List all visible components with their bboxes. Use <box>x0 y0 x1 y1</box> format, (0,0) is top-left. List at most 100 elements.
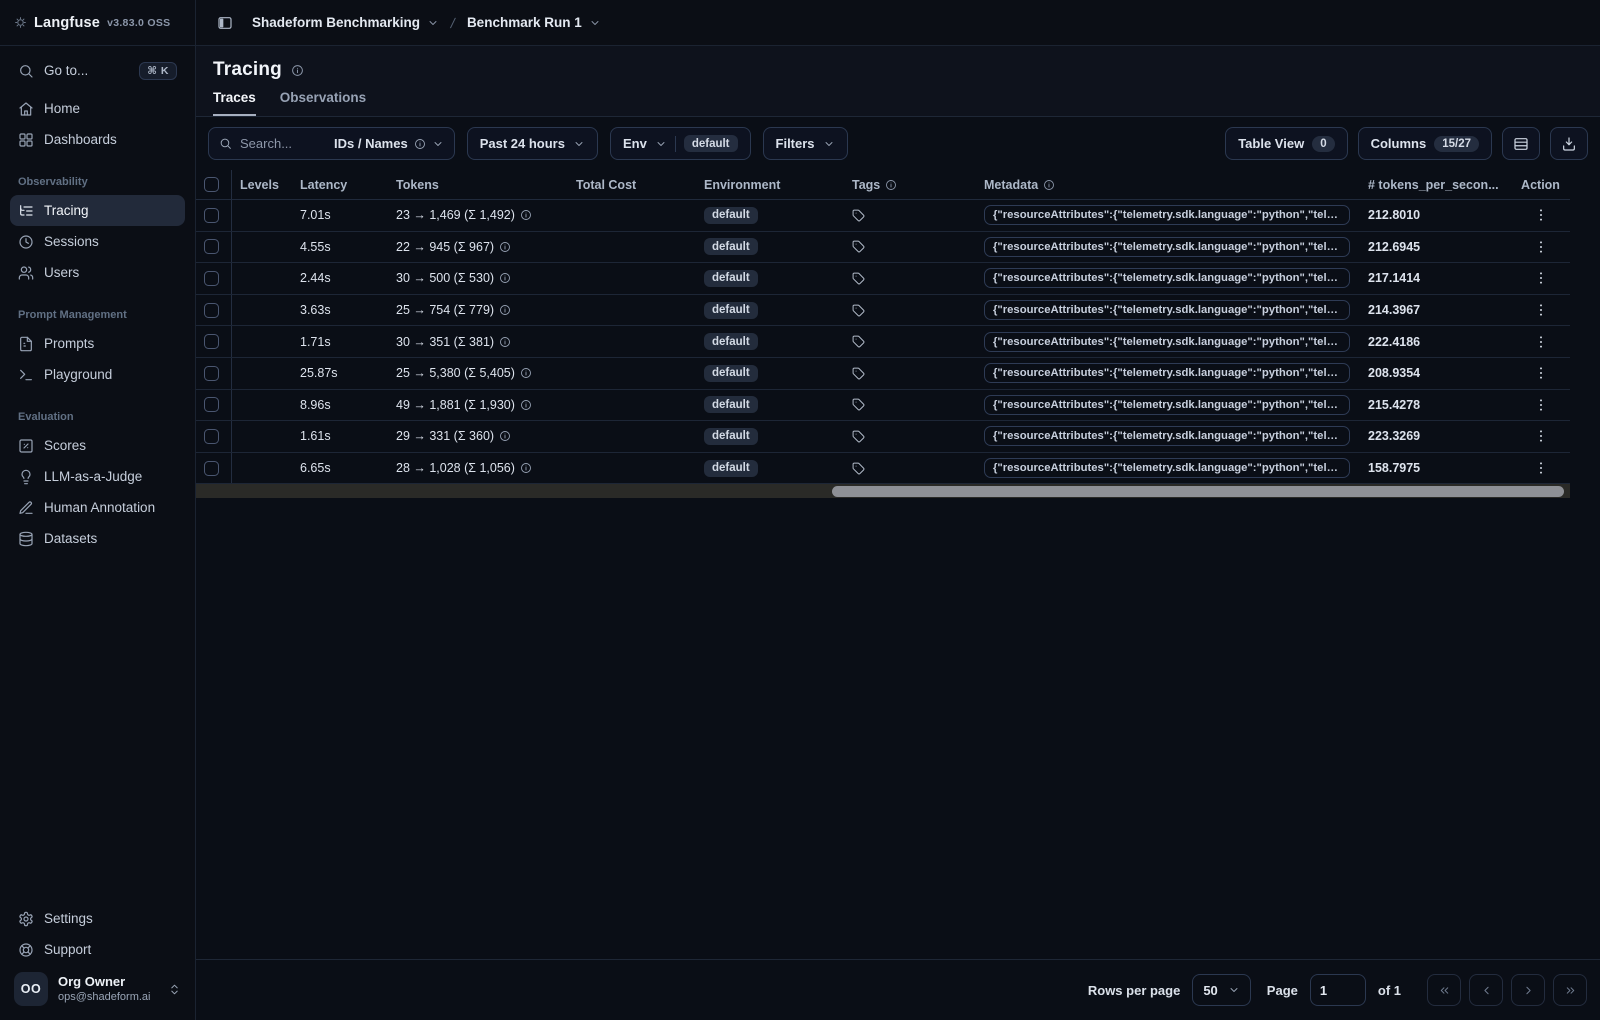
breadcrumb-project[interactable]: Benchmark Run 1 <box>467 15 601 30</box>
chevron-down-icon <box>575 141 583 146</box>
page-number-input[interactable] <box>1309 974 1366 1006</box>
info-icon[interactable] <box>291 64 304 77</box>
row-checkbox[interactable] <box>204 334 219 350</box>
row-actions-button[interactable] <box>1528 392 1554 418</box>
sidebar-item-human-annotation[interactable]: Human Annotation <box>10 492 185 523</box>
table-row[interactable]: 2.44s 30 → 500 (Σ 530) default {"resourc… <box>196 263 1570 295</box>
time-range-select[interactable]: Past 24 hours <box>466 127 598 160</box>
sidebar-item-home[interactable]: Home <box>10 93 185 124</box>
row-actions-button[interactable] <box>1528 329 1554 355</box>
row-checkbox[interactable] <box>204 239 219 255</box>
tag-icon[interactable] <box>852 209 865 222</box>
sidebar-item-prompts[interactable]: Prompts <box>10 328 185 359</box>
table-row[interactable]: 6.65s 28 → 1,028 (Σ 1,056) default {"res… <box>196 452 1570 485</box>
row-checkbox[interactable] <box>204 302 219 318</box>
table-view-button[interactable]: Table View 0 <box>1225 127 1348 160</box>
scrollbar-thumb[interactable] <box>832 485 1564 497</box>
environment-filter[interactable]: Env default <box>609 127 751 160</box>
table-row[interactable]: 7.01s 23 → 1,469 (Σ 1,492) default {"res… <box>196 200 1570 232</box>
info-icon[interactable] <box>499 241 511 253</box>
info-icon[interactable] <box>520 399 532 411</box>
select-all-checkbox[interactable] <box>204 177 219 192</box>
table-row[interactable]: 4.55s 22 → 945 (Σ 967) default {"resourc… <box>196 231 1570 264</box>
info-icon[interactable] <box>499 272 511 284</box>
tag-icon[interactable] <box>852 462 865 475</box>
last-page-button[interactable] <box>1553 974 1587 1006</box>
info-icon[interactable] <box>520 462 532 474</box>
row-actions-button[interactable] <box>1528 202 1554 228</box>
filters-dropdown[interactable]: Filters <box>762 127 848 160</box>
table-row[interactable]: 25.87s 25 → 5,380 (Σ 5,405) default {"re… <box>196 357 1570 390</box>
search-mode-dropdown[interactable]: IDs / Names <box>334 136 444 151</box>
column-header-tokens[interactable]: Tokens <box>388 178 568 192</box>
tag-icon[interactable] <box>852 272 865 285</box>
tag-icon[interactable] <box>852 398 865 411</box>
toggle-sidebar-button[interactable] <box>210 8 240 38</box>
sidebar-item-tracing[interactable]: Tracing <box>10 195 185 226</box>
next-page-button[interactable] <box>1511 974 1545 1006</box>
breadcrumb-org[interactable]: Shadeform Benchmarking <box>252 15 439 30</box>
section-label-evaluation: Evaluation <box>18 411 74 423</box>
sidebar-item-dashboards[interactable]: Dashboards <box>10 124 185 155</box>
sidebar-item-llm-as-a-judge[interactable]: LLM-as-a-Judge <box>10 461 185 492</box>
first-page-button[interactable] <box>1427 974 1461 1006</box>
previous-page-button[interactable] <box>1469 974 1503 1006</box>
info-icon[interactable] <box>499 336 511 348</box>
row-checkbox[interactable] <box>204 270 219 286</box>
sidebar-item-playground[interactable]: Playground <box>10 359 185 390</box>
column-header-tokens-per-second[interactable]: # tokens_per_secon... <box>1360 178 1513 192</box>
export-button[interactable] <box>1550 127 1588 160</box>
tag-icon[interactable] <box>852 304 865 317</box>
tag-icon[interactable] <box>852 367 865 380</box>
tag-icon[interactable] <box>852 240 865 253</box>
table-row[interactable]: 1.61s 29 → 331 (Σ 360) default {"resourc… <box>196 421 1570 453</box>
row-actions-button[interactable] <box>1528 234 1554 260</box>
column-header-latency[interactable]: Latency <box>292 178 388 192</box>
org-switcher[interactable]: OO Org Owner ops@shadeform.ai <box>10 965 185 1010</box>
info-icon[interactable] <box>520 367 532 379</box>
column-header-metadata[interactable]: Metadata <box>976 178 1360 192</box>
sidebar-item-datasets[interactable]: Datasets <box>10 523 185 554</box>
row-actions-button[interactable] <box>1528 297 1554 323</box>
table-row[interactable]: 8.96s 49 → 1,881 (Σ 1,930) default {"res… <box>196 389 1570 422</box>
info-icon[interactable] <box>499 304 511 316</box>
info-icon[interactable] <box>520 209 532 221</box>
sidebar-item-users[interactable]: Users <box>10 257 185 288</box>
info-icon[interactable] <box>499 430 511 442</box>
row-checkbox[interactable] <box>204 365 219 381</box>
column-header-total-cost[interactable]: Total Cost <box>568 178 696 192</box>
row-actions-button[interactable] <box>1528 455 1554 481</box>
sidebar-item-settings[interactable]: Settings <box>10 903 185 934</box>
search-box[interactable]: IDs / Names <box>208 127 455 160</box>
search-input[interactable] <box>240 136 326 151</box>
columns-button[interactable]: Columns 15/27 <box>1357 127 1492 160</box>
brand: Langfuse v3.83.0 OSS <box>0 0 195 46</box>
tag-icon[interactable] <box>852 335 865 348</box>
chevron-down-icon <box>657 141 665 146</box>
row-actions-button[interactable] <box>1528 360 1554 386</box>
row-height-button[interactable] <box>1502 127 1540 160</box>
row-checkbox[interactable] <box>204 460 219 476</box>
row-actions-button[interactable] <box>1528 265 1554 291</box>
sidebar-item-support[interactable]: Support <box>10 934 185 965</box>
ellipsis-vertical-icon <box>1539 272 1542 285</box>
sidebar-item-scores[interactable]: Scores <box>10 430 185 461</box>
rows-per-page-select[interactable]: 50 <box>1192 974 1251 1006</box>
sidebar-item-sessions[interactable]: Sessions <box>10 226 185 257</box>
column-header-levels[interactable]: Levels <box>232 178 292 192</box>
table-row[interactable]: 1.71s 30 → 351 (Σ 381) default {"resourc… <box>196 326 1570 358</box>
row-checkbox[interactable] <box>204 428 219 444</box>
tab-observations[interactable]: Observations <box>280 90 366 116</box>
sidebar-item-goto[interactable]: Go to... ⌘ K <box>10 55 185 86</box>
list-tree-icon <box>20 204 33 216</box>
column-header-environment[interactable]: Environment <box>696 178 844 192</box>
row-actions-button[interactable] <box>1528 423 1554 449</box>
tokens-cell: 25 → 5,380 (Σ 5,405) <box>388 366 568 380</box>
table-row[interactable]: 3.63s 25 → 754 (Σ 779) default {"resourc… <box>196 294 1570 327</box>
horizontal-scrollbar[interactable] <box>196 484 1570 499</box>
tag-icon[interactable] <box>852 430 865 443</box>
row-checkbox[interactable] <box>204 207 219 223</box>
row-checkbox[interactable] <box>204 397 219 413</box>
column-header-tags[interactable]: Tags <box>844 178 976 192</box>
tab-traces[interactable]: Traces <box>213 90 256 116</box>
